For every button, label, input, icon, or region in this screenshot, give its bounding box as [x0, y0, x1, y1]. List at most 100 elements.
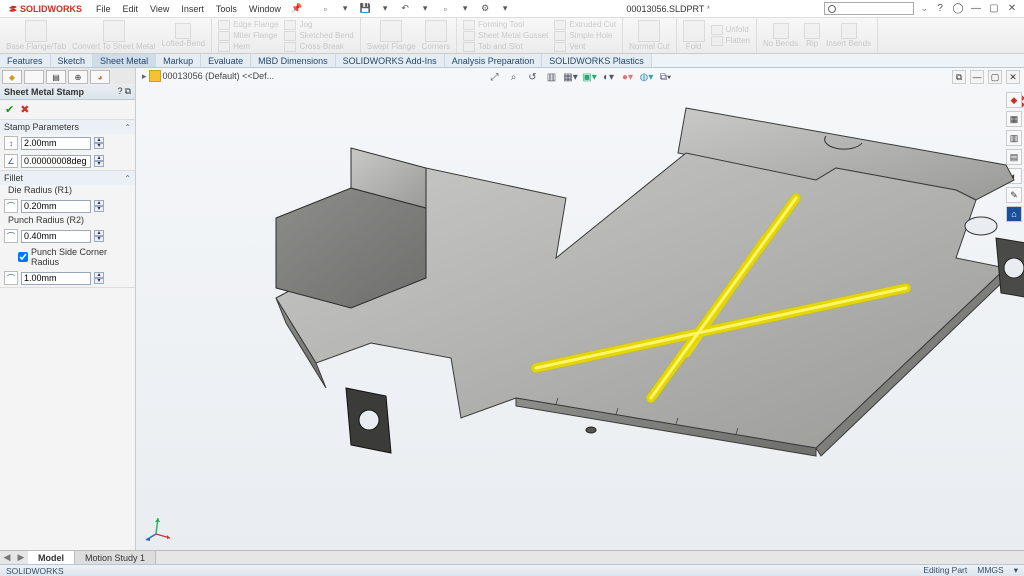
corner-radius-checkbox[interactable]: [18, 252, 28, 262]
view-settings-icon[interactable]: ⧉▾: [659, 70, 673, 84]
cmd-corners[interactable]: Corners: [422, 20, 450, 51]
cmd-simple-hole[interactable]: Simple Hole: [554, 31, 616, 41]
cmd-cross-break[interactable]: Cross-Break: [284, 42, 353, 52]
menu-insert[interactable]: Insert: [175, 4, 210, 14]
qat-more-icon[interactable]: ▾: [498, 2, 512, 16]
die-radius-input[interactable]: [21, 200, 91, 213]
prev-view-icon[interactable]: ↺: [526, 70, 540, 84]
property-manager-icon[interactable]: [24, 70, 44, 84]
tab-addins[interactable]: SOLIDWORKS Add-Ins: [336, 54, 445, 67]
dimxpert-manager-icon[interactable]: ⊕: [68, 70, 88, 84]
cmd-sketched-bend[interactable]: Sketched Bend: [284, 31, 353, 41]
cmd-no-bends[interactable]: No Bends: [763, 23, 798, 48]
tab-model[interactable]: Model: [28, 551, 75, 564]
cmd-flatten[interactable]: Flatten: [711, 36, 750, 46]
status-units[interactable]: MMGS: [977, 565, 1003, 576]
cmd-convert-sheet-metal[interactable]: Convert To Sheet Metal: [72, 20, 155, 51]
tab-features[interactable]: Features: [0, 54, 51, 67]
menu-window[interactable]: Window: [243, 4, 287, 14]
tab-sketch[interactable]: Sketch: [51, 54, 94, 67]
cmd-vent[interactable]: Vent: [554, 42, 616, 52]
menu-tools[interactable]: Tools: [210, 4, 243, 14]
angle-spinner[interactable]: ▴▾: [94, 155, 104, 167]
menu-view[interactable]: View: [144, 4, 175, 14]
depth-input[interactable]: [21, 137, 91, 150]
qat-options-icon[interactable]: ⚙: [478, 2, 492, 16]
display-manager-icon[interactable]: ◕: [90, 70, 110, 84]
cmd-rip[interactable]: Rip: [804, 23, 820, 48]
cmd-hem[interactable]: Hem: [218, 42, 278, 52]
tab-scroll-left-icon[interactable]: ◀: [0, 551, 14, 564]
cmd-insert-bends[interactable]: Insert Bends: [826, 23, 871, 48]
punch-radius-spinner[interactable]: ▴▾: [94, 230, 104, 242]
ok-button[interactable]: ✔: [5, 103, 14, 116]
feature-manager-icon[interactable]: ◆: [2, 70, 22, 84]
punch-radius-input[interactable]: [21, 230, 91, 243]
minimize-icon[interactable]: —: [968, 2, 984, 16]
zoom-fit-icon[interactable]: ⤢: [488, 70, 502, 84]
collapse-icon[interactable]: ⌃: [124, 174, 131, 183]
qat-undo-icon[interactable]: ↶: [398, 2, 412, 16]
collapse-icon[interactable]: ⌃: [124, 123, 131, 132]
corner-radius-spinner[interactable]: ▴▾: [94, 272, 104, 284]
cmd-base-flange[interactable]: Base Flange/Tab: [6, 20, 66, 51]
cmd-forming-tool[interactable]: Forming Tool: [463, 20, 548, 30]
cmd-extruded-cut[interactable]: Extruded Cut: [554, 20, 616, 30]
vp-close-icon[interactable]: ✕: [1006, 70, 1020, 84]
configuration-manager-icon[interactable]: ▤: [46, 70, 66, 84]
maximize-icon[interactable]: ▢: [986, 2, 1002, 16]
qat-new-icon[interactable]: ▫: [318, 2, 332, 16]
angle-input[interactable]: [21, 155, 91, 168]
qat-print-icon[interactable]: ▾: [378, 2, 392, 16]
cmd-tab-slot[interactable]: Tab and Slot: [463, 42, 548, 52]
corner-radius-input[interactable]: [21, 272, 91, 285]
close-icon[interactable]: ✕: [1004, 2, 1020, 16]
pm-pushpin-icon[interactable]: ⧉: [125, 86, 131, 97]
hide-show-icon[interactable]: ◐▾: [602, 70, 616, 84]
cmd-fold[interactable]: Fold: [683, 20, 705, 51]
tab-markup[interactable]: Markup: [156, 54, 201, 67]
qat-open-icon[interactable]: ▾: [338, 2, 352, 16]
qat-select-icon[interactable]: ▫: [438, 2, 452, 16]
tab-mbd[interactable]: MBD Dimensions: [251, 54, 336, 67]
search-box[interactable]: [824, 2, 914, 15]
help-icon[interactable]: ?: [932, 2, 948, 16]
vp-min-icon[interactable]: —: [970, 70, 984, 84]
search-input[interactable]: [839, 4, 899, 13]
tab-sheet-metal[interactable]: Sheet Metal: [93, 54, 156, 67]
vp-link-icon[interactable]: ⧉: [952, 70, 966, 84]
cmd-jog[interactable]: Jog: [284, 20, 353, 30]
search-dropdown-icon[interactable]: ⌄: [920, 3, 928, 14]
tab-motion-study[interactable]: Motion Study 1: [75, 551, 156, 564]
cmd-normal-cut[interactable]: Normal Cut: [629, 20, 669, 51]
feature-tree-flyout[interactable]: ▸ 00013056 (Default) <<Def...: [142, 70, 274, 82]
vp-max-icon[interactable]: ▢: [988, 70, 1002, 84]
tab-scroll-right-icon[interactable]: ▶: [14, 551, 28, 564]
graphics-viewport[interactable]: ▸ 00013056 (Default) <<Def... ⤢ ⌕ ↺ ▥ ▦▾…: [136, 68, 1024, 550]
menu-edit[interactable]: Edit: [117, 4, 145, 14]
zoom-area-icon[interactable]: ⌕: [507, 70, 521, 84]
pm-help-icon[interactable]: ?: [118, 86, 123, 97]
cmd-swept-flange[interactable]: Swept Flange: [367, 20, 416, 51]
qat-redo-icon[interactable]: ▾: [418, 2, 432, 16]
cmd-lofted-bend[interactable]: Lofted-Bend: [162, 23, 206, 48]
cmd-edge-flange[interactable]: Edge Flange: [218, 20, 278, 30]
qat-rebuild-icon[interactable]: ▾: [458, 2, 472, 16]
user-icon[interactable]: ◯: [950, 2, 966, 16]
cancel-button[interactable]: ✖: [20, 103, 29, 116]
apply-scene-icon[interactable]: ◍▾: [640, 70, 654, 84]
qat-save-icon[interactable]: 💾: [358, 2, 372, 16]
tab-evaluate[interactable]: Evaluate: [201, 54, 251, 67]
die-radius-spinner[interactable]: ▴▾: [94, 200, 104, 212]
section-view-icon[interactable]: ▥: [545, 70, 559, 84]
cmd-gusset[interactable]: Sheet Metal Gusset: [463, 31, 548, 41]
display-style-icon[interactable]: ▣▾: [583, 70, 597, 84]
edit-appearance-icon[interactable]: ●▾: [621, 70, 635, 84]
view-orient-icon[interactable]: ▦▾: [564, 70, 578, 84]
orientation-triad[interactable]: [144, 512, 174, 542]
cmd-miter-flange[interactable]: Miter Flange: [218, 31, 278, 41]
tab-plastics[interactable]: SOLIDWORKS Plastics: [542, 54, 652, 67]
menu-pin-icon[interactable]: 📌: [287, 3, 306, 14]
tab-analysis-prep[interactable]: Analysis Preparation: [445, 54, 543, 67]
status-customize-icon[interactable]: ▾: [1014, 565, 1018, 576]
